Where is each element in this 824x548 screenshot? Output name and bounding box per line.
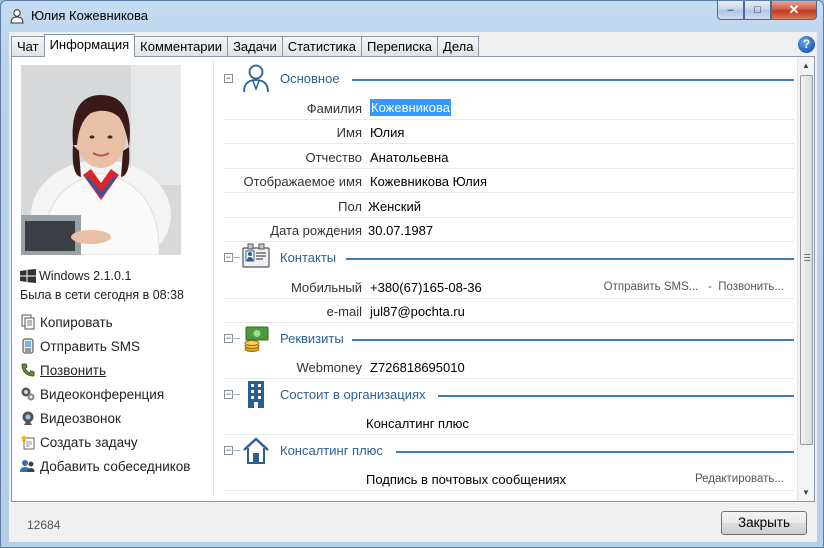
user-icon: [10, 9, 24, 24]
field-row-organization[interactable]: Консалтинг плюс: [224, 411, 794, 435]
section-basic: − Основное: [224, 63, 794, 93]
create-task-action[interactable]: Создать задачу: [20, 430, 190, 454]
maximize-button[interactable]: □: [744, 1, 771, 20]
send-sms-link[interactable]: Отправить SMS...: [604, 281, 699, 293]
scroll-thumb[interactable]: [800, 75, 813, 445]
field-row-mobile[interactable]: Мобильный +380(67)165-08-36 Отправить SM…: [224, 275, 794, 299]
os-version: Windows 2.1.0.1: [39, 269, 132, 283]
action-list: Копировать Отправить SMS Позвонить Видео…: [20, 310, 190, 478]
section-title: Состоит в организациях: [280, 387, 426, 402]
field-row-email[interactable]: e-mail jul87@pochta.ru: [224, 299, 794, 323]
sms-icon: [20, 338, 36, 354]
last-online: Была в сети сегодня в 08:38: [20, 288, 184, 302]
send-sms-action[interactable]: Отправить SMS: [20, 334, 190, 358]
email-value[interactable]: jul87@pochta.ru: [370, 304, 465, 319]
gender-value[interactable]: Женский: [368, 199, 421, 214]
copy-icon: [20, 314, 36, 330]
organization-value[interactable]: Консалтинг плюс: [366, 416, 469, 431]
title-bar[interactable]: Юлия Кожевникова – □ ✕: [1, 1, 823, 31]
tab-comments[interactable]: Комментарии: [134, 36, 229, 56]
field-row-patronymic[interactable]: Отчество Анатольевна: [224, 145, 794, 169]
scroll-up-arrow[interactable]: ▲: [798, 57, 814, 74]
patronymic-value[interactable]: Анатольевна: [370, 150, 448, 165]
money-icon: [244, 326, 269, 352]
info-panel: Windows 2.1.0.1 Была в сети сегодня в 08…: [11, 56, 815, 502]
profile-photo: [21, 65, 181, 255]
contact-window: Юлия Кожевникова – □ ✕ Чат Информация Ко…: [0, 0, 824, 548]
close-window-button[interactable]: ✕: [771, 1, 817, 20]
section-organizations: − Состоит в организациях: [224, 379, 794, 409]
help-icon[interactable]: ?: [798, 36, 815, 53]
field-row-gender[interactable]: Пол Женский: [224, 194, 794, 218]
scroll-down-arrow[interactable]: ▼: [798, 484, 814, 501]
task-icon: [20, 434, 36, 450]
minimize-button[interactable]: –: [717, 1, 744, 20]
call-action[interactable]: Позвонить: [20, 358, 190, 382]
field-row-surname[interactable]: Фамилия Кожевникова: [224, 96, 794, 120]
column-divider: [213, 61, 214, 497]
section-divider: [438, 395, 794, 397]
section-requisites: − Реквизиты: [224, 323, 794, 353]
field-row-signature[interactable]: Подпись в почтовых сообщениях Редактиров…: [224, 467, 794, 491]
section-divider: [346, 258, 794, 260]
section-title: Реквизиты: [280, 331, 344, 346]
field-row-birthdate[interactable]: Дата рождения 30.07.1987: [224, 218, 794, 242]
window-title: Юлия Кожевникова: [31, 8, 149, 23]
collapse-toggle-basic[interactable]: −: [224, 74, 233, 83]
tab-chat[interactable]: Чат: [11, 36, 45, 56]
tab-bar: Чат Информация Комментарии Задачи Статис…: [11, 34, 480, 57]
mobile-value[interactable]: +380(67)165-08-36: [370, 280, 482, 295]
section-title: Контакты: [280, 250, 337, 265]
section-company: − Консалтинг плюс: [224, 435, 794, 465]
section-contacts: − Контакты: [224, 242, 794, 272]
tab-statistics[interactable]: Статистика: [281, 36, 362, 56]
contact-id: 12684: [27, 518, 61, 532]
email-signature-value[interactable]: Подпись в почтовых сообщениях: [366, 472, 566, 487]
section-title: Консалтинг плюс: [280, 443, 383, 458]
avatar: [21, 65, 181, 255]
section-divider: [352, 79, 794, 81]
client-area: Чат Информация Комментарии Задачи Статис…: [9, 32, 817, 542]
section-title: Основное: [280, 71, 340, 86]
birthdate-value[interactable]: 30.07.1987: [368, 223, 433, 238]
add-people-icon: [20, 458, 36, 474]
videoconference-action[interactable]: Видеоконференция: [20, 382, 190, 406]
videocall-action[interactable]: Видеозвонок: [20, 406, 190, 430]
os-info: Windows 2.1.0.1: [20, 269, 131, 283]
vertical-scrollbar[interactable]: ▲ ▼: [797, 57, 814, 501]
field-row-display-name[interactable]: Отображаемое имя Кожевникова Юлия: [224, 169, 794, 193]
section-divider: [396, 451, 794, 453]
close-button[interactable]: Закрыть: [721, 511, 807, 535]
add-participants-action[interactable]: Добавить собеседников: [20, 454, 190, 478]
edit-signature-link[interactable]: Редактировать...: [695, 473, 784, 485]
tab-tasks[interactable]: Задачи: [227, 36, 283, 56]
person-icon: [243, 64, 269, 93]
phone-icon: [20, 362, 36, 378]
tab-info[interactable]: Информация: [43, 34, 136, 57]
building-icon: [248, 381, 264, 408]
tab-correspondence[interactable]: Переписка: [361, 36, 439, 56]
details-form: − Основное Фамилия Кожевникова Имя Юлия: [224, 57, 794, 501]
home-icon: [243, 437, 269, 464]
call-link[interactable]: Позвонить...: [718, 281, 784, 293]
surname-value[interactable]: Кожевникова: [370, 99, 451, 116]
copy-action[interactable]: Копировать: [20, 310, 190, 334]
videoconference-icon: [20, 386, 36, 402]
display-name-value[interactable]: Кожевникова Юлия: [370, 174, 487, 189]
windows-logo-icon: [20, 269, 36, 283]
section-divider: [352, 339, 794, 341]
webcam-icon: [20, 410, 36, 426]
webmoney-value[interactable]: Z726818695010: [370, 360, 465, 375]
name-value[interactable]: Юлия: [370, 125, 404, 140]
tab-deals[interactable]: Дела: [437, 36, 480, 56]
contact-card-icon: [242, 243, 270, 268]
field-row-webmoney[interactable]: Webmoney Z726818695010: [224, 355, 794, 379]
field-row-name[interactable]: Имя Юлия: [224, 120, 794, 144]
